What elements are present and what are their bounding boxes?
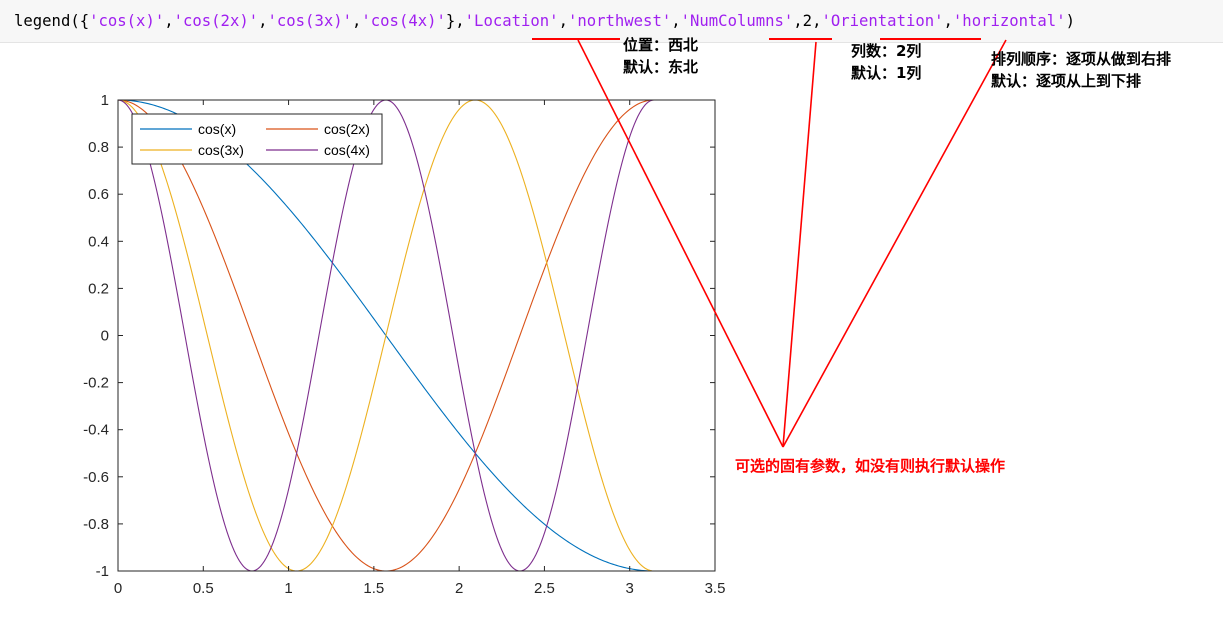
y-tick-label: 0.6 bbox=[88, 186, 109, 203]
orientation-note-line: 排列顺序：逐项从做到右排 bbox=[991, 50, 1172, 68]
y-tick-label: -0.8 bbox=[83, 516, 109, 533]
y-tick-label: 0.2 bbox=[88, 280, 109, 297]
y-tick-label: -0.6 bbox=[83, 469, 109, 486]
legend-entry: cos(3x) bbox=[198, 142, 244, 158]
numcolumns-note-line: 默认：1列 bbox=[851, 64, 922, 82]
y-tick-label: -0.4 bbox=[83, 422, 109, 439]
legend-entry: cos(x) bbox=[198, 121, 236, 137]
y-tick-label: -1 bbox=[96, 563, 109, 580]
location-note: 位置：西北 默认：东北 bbox=[623, 34, 698, 78]
x-tick-label: 3 bbox=[626, 580, 634, 597]
x-tick-label: 1 bbox=[284, 580, 292, 597]
x-tick-label: 0.5 bbox=[193, 580, 214, 597]
numcolumns-note-line: 列数：2列 bbox=[851, 42, 922, 60]
y-tick-label: -0.2 bbox=[83, 375, 109, 392]
y-tick-label: 0.4 bbox=[88, 233, 109, 250]
orientation-note-line: 默认：逐项从上到下排 bbox=[991, 72, 1142, 90]
x-tick-label: 2.5 bbox=[534, 580, 555, 597]
summary-note: 可选的固有参数，如没有则执行默认操作 bbox=[735, 457, 1006, 475]
pointer-line bbox=[782, 39, 1007, 448]
x-tick-label: 2 bbox=[455, 580, 463, 597]
chart: 0 0.5 1 1.5 2 2.5 3 3.5 1 0.8 0.6 0.4 0.2 0 -0.2 -0.4 -0… bbox=[83, 38, 1007, 597]
x-tick-label: 3.5 bbox=[705, 580, 726, 597]
orientation-note: 排列顺序：逐项从做到右排 默认：逐项从上到下排 bbox=[991, 48, 1171, 92]
y-tick-label: 0.8 bbox=[88, 139, 109, 156]
location-note-line: 位置：西北 bbox=[623, 36, 699, 54]
y-tick-label: 0 bbox=[101, 328, 109, 345]
location-note-line: 默认：东北 bbox=[623, 58, 699, 76]
legend: cos(x) cos(2x) cos(3x) cos(4x) bbox=[131, 113, 383, 165]
legend-entry: cos(4x) bbox=[324, 142, 370, 158]
y-tick-label: 1 bbox=[101, 92, 109, 109]
legend-entry: cos(2x) bbox=[324, 121, 370, 137]
x-tick-label: 0 bbox=[114, 580, 122, 597]
pointer-line bbox=[782, 41, 817, 448]
x-tick-label: 1.5 bbox=[363, 580, 384, 597]
numcolumns-note: 列数：2列 默认：1列 bbox=[851, 40, 921, 84]
